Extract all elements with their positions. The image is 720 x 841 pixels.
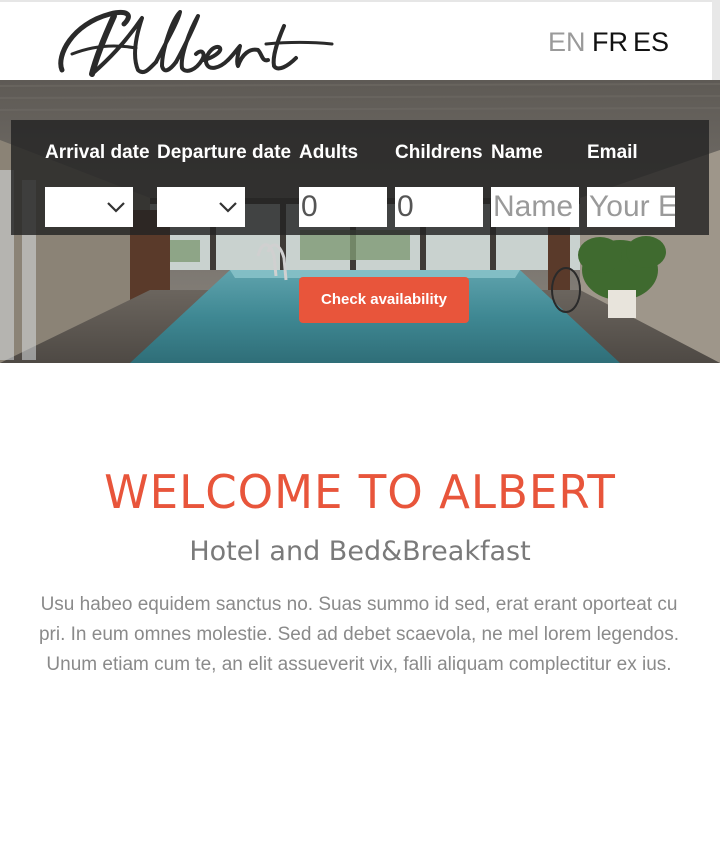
name-label: Name [491,142,543,163]
language-en-link[interactable]: EN [548,26,586,58]
name-input[interactable] [491,187,579,227]
email-input[interactable] [587,187,675,227]
arrival-date-select[interactable] [45,187,133,227]
departure-date-label: Departure date [157,142,292,163]
children-input[interactable] [395,187,483,227]
language-fr-link[interactable]: FR [592,26,628,58]
language-es-link[interactable]: ES [633,26,669,58]
check-availability-button[interactable]: Check availability [299,277,469,323]
chevron-down-icon [219,202,237,213]
welcome-subtitle: Hotel and Bed&Breakfast [189,536,531,567]
scrollbar-track[interactable] [712,0,720,80]
site-header: EN FR ES [0,0,712,80]
welcome-title: WELCOME TO ALBERT [104,465,616,519]
albert-logo-script [58,9,334,77]
arrival-date-label: Arrival date [45,142,150,163]
adults-input[interactable] [299,187,387,227]
email-label: Email [587,142,638,163]
chevron-down-icon [107,202,125,213]
children-label: Childrens [395,142,483,163]
departure-date-select[interactable] [157,187,245,227]
welcome-body-text: Usu habeo equidem sanctus no. Suas summo… [38,594,680,675]
adults-label: Adults [299,142,359,163]
albert-logo[interactable] [52,4,334,82]
